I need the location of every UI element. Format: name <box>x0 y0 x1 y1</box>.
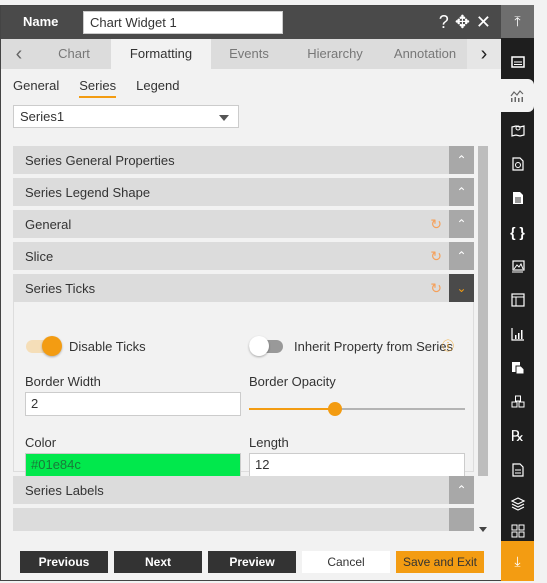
previous-button[interactable]: Previous <box>20 551 108 573</box>
accordion-title: Series General Properties <box>25 153 175 168</box>
form-icon[interactable] <box>501 453 534 486</box>
chevron-up-icon[interactable]: ⌃ <box>449 178 474 206</box>
document-icon[interactable] <box>501 181 534 214</box>
close-icon[interactable]: ✕ <box>476 11 491 33</box>
tab-bar: ‹ Chart Formatting Events Hierarchy Anno… <box>1 39 501 69</box>
reset-icon[interactable]: ↻ <box>430 216 442 233</box>
cancel-button[interactable]: Cancel <box>302 551 390 573</box>
accordion-series-ticks[interactable]: Series Ticks ↻ ⌄ <box>13 274 474 302</box>
subtab-general[interactable]: General <box>13 78 59 98</box>
panel-header: Name Chart Widget 1 ? ✥ ✕ <box>1 6 501 39</box>
footer-actions: Previous Next Preview Cancel Save and Ex… <box>20 551 484 573</box>
slider-thumb[interactable] <box>328 402 343 416</box>
chart-icon[interactable] <box>499 79 534 112</box>
help-icon[interactable]: ? <box>439 11 449 33</box>
move-icon[interactable]: ✥ <box>455 11 470 33</box>
border-width-input[interactable]: 2 <box>25 392 241 416</box>
scroll-top-icon[interactable]: ⤒ <box>501 5 534 38</box>
properties-scroll-area: Series General Properties ⌃ Series Legen… <box>13 146 474 531</box>
tab-scroll-right-icon[interactable]: › <box>467 39 501 69</box>
scroll-bottom-icon[interactable]: ⤓ <box>501 541 534 581</box>
table-icon[interactable] <box>501 283 534 316</box>
next-button[interactable]: Next <box>114 551 202 573</box>
reset-icon[interactable]: ↻ <box>430 248 442 265</box>
border-width-label: Border Width <box>25 374 101 389</box>
accordion-series-legend-shape[interactable]: Series Legend Shape ⌃ <box>13 178 474 206</box>
accordion-title: Series Labels <box>25 483 104 498</box>
tab-scroll-left-icon[interactable]: ‹ <box>1 39 37 69</box>
reset-icon[interactable]: ↻ <box>430 280 442 297</box>
accordion-title: Series Ticks <box>25 281 96 296</box>
disable-ticks-label: Disable Ticks <box>69 339 146 354</box>
chevron-up-icon[interactable]: ⌃ <box>449 476 474 504</box>
accordion-title: General <box>25 217 72 232</box>
inherit-property-label: Inherit Property from Series <box>294 339 453 354</box>
series-select-value: Series1 <box>20 109 65 124</box>
scrollbar-thumb[interactable] <box>478 146 488 476</box>
subtab-series[interactable]: Series <box>79 78 117 98</box>
accordion-next-partial[interactable] <box>13 508 474 531</box>
grid-icon[interactable] <box>501 519 534 541</box>
tab-hierarchy[interactable]: Hierarchy <box>287 39 383 69</box>
cubes-icon[interactable] <box>501 385 534 418</box>
length-input[interactable]: 12 <box>249 453 465 477</box>
save-and-exit-button[interactable]: Save and Exit <box>396 551 484 573</box>
color-input[interactable]: #01e84c <box>25 453 241 477</box>
series-select[interactable]: Series1 <box>13 105 239 128</box>
name-label: Name <box>23 14 59 29</box>
chevron-up-icon[interactable]: ⌃ <box>449 146 474 174</box>
color-label: Color <box>25 435 57 450</box>
chevron-up-icon[interactable]: ⌃ <box>449 210 474 238</box>
chevron-down-icon[interactable]: ⌄ <box>449 274 474 302</box>
border-opacity-label: Border Opacity <box>249 374 336 389</box>
subtab-bar: General Series Legend <box>13 78 180 98</box>
widget-icon[interactable] <box>501 45 534 78</box>
info-icon[interactable]: ⓘ <box>442 337 454 354</box>
scroll-down-arrow-icon[interactable] <box>479 527 487 532</box>
chart-widget-properties-panel: Name Chart Widget 1 ? ✥ ✕ ‹ Chart Format… <box>0 5 501 581</box>
disable-ticks-toggle[interactable] <box>26 336 62 356</box>
accordion-title: Slice <box>25 249 54 264</box>
chevron-down-icon <box>219 115 229 121</box>
image-icon[interactable] <box>501 249 534 282</box>
vertical-scrollbar[interactable] <box>477 146 489 532</box>
accordion-series-labels[interactable]: Series Labels ⌃ <box>13 476 474 504</box>
border-opacity-slider[interactable] <box>249 402 465 416</box>
rx-icon[interactable]: ℞ <box>501 419 534 452</box>
code-braces-icon[interactable]: { } <box>501 215 534 248</box>
widget-name-input[interactable]: Chart Widget 1 <box>83 11 283 34</box>
tab-events[interactable]: Events <box>211 39 287 69</box>
right-tool-rail: ⤒ { } ℞ ⤓ <box>499 5 534 581</box>
copy-icon[interactable] <box>501 351 534 384</box>
tab-chart[interactable]: Chart <box>37 39 111 69</box>
chevron-up-icon[interactable]: ⌃ <box>449 242 474 270</box>
accordion-general[interactable]: General ↻ ⌃ <box>13 210 474 238</box>
subtab-legend[interactable]: Legend <box>136 78 179 98</box>
tab-annotation[interactable]: Annotation <box>383 39 467 69</box>
report-icon[interactable] <box>501 147 534 180</box>
accordion-title: Series Legend Shape <box>25 185 151 200</box>
tab-formatting[interactable]: Formatting <box>111 39 211 69</box>
accordion-series-general-properties[interactable]: Series General Properties ⌃ <box>13 146 474 174</box>
length-label: Length <box>249 435 289 450</box>
inherit-property-toggle[interactable] <box>249 336 285 356</box>
map-icon[interactable] <box>501 113 534 146</box>
series-ticks-body: Disable Ticks Inherit Property from Seri… <box>13 302 474 477</box>
bar-chart-icon[interactable] <box>501 317 534 350</box>
layers-icon[interactable] <box>501 487 534 520</box>
preview-button[interactable]: Preview <box>208 551 296 573</box>
accordion-slice[interactable]: Slice ↻ ⌃ <box>13 242 474 270</box>
